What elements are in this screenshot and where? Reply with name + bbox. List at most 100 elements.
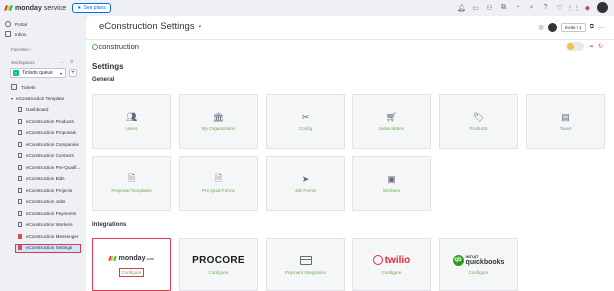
board-icon bbox=[18, 188, 22, 193]
mode-toggle[interactable] bbox=[566, 42, 584, 51]
sidebar-item-label: eConstruction Products bbox=[26, 119, 74, 124]
sidebar-item-label: eConstruction Bids bbox=[26, 176, 65, 181]
card-label: My Organization bbox=[201, 126, 236, 131]
star-icon: ★ bbox=[77, 5, 82, 11]
see-plans-button[interactable]: ★ See plans bbox=[72, 3, 111, 13]
proposal-doc-icon: 🗎︎ bbox=[127, 173, 136, 183]
sidebar-item-proposals[interactable]: eConstruction Proposals bbox=[18, 130, 76, 135]
payment-integration-label[interactable]: Payment Integration bbox=[285, 270, 326, 275]
board-title[interactable]: eConstruction Settings ▾ bbox=[99, 21, 201, 32]
sidebar-item-portal[interactable]: Portal bbox=[5, 21, 27, 27]
sidebar-item-workers[interactable]: eConstruction Workers bbox=[18, 222, 73, 227]
heart-icon[interactable]: ♡ bbox=[555, 3, 564, 12]
sidebar-item-dashboard[interactable]: Dashboard bbox=[18, 107, 48, 112]
invite-members-icon[interactable]: ⚇ bbox=[485, 3, 494, 12]
sidebar-item-payments[interactable]: eConstruction Payments bbox=[18, 211, 76, 216]
integrations-heading: Integrations bbox=[92, 222, 127, 228]
sidebar-item-projects[interactable]: eConstruction Projects bbox=[18, 188, 72, 193]
sidebar-item-messenger[interactable]: eConstruction Messenger bbox=[18, 234, 78, 239]
users-icon: 👥︎ bbox=[125, 111, 138, 122]
integration-payment[interactable]: Payment Integration bbox=[266, 238, 345, 291]
sidebar-item-contacts[interactable]: eConstruction Contacts bbox=[18, 153, 74, 158]
avatar[interactable] bbox=[547, 23, 557, 32]
sidebar-item-label: Portal bbox=[15, 21, 28, 27]
card-config[interactable]: ✂︎ Config bbox=[266, 94, 345, 149]
folder-econstruction-template[interactable]: ▾ eConstruction Template bbox=[11, 96, 64, 101]
add-button[interactable]: + bbox=[69, 69, 77, 77]
logout-icon[interactable]: ⇥ bbox=[588, 44, 594, 50]
brand-name: monday service bbox=[15, 4, 67, 12]
activity-icon[interactable]: ◎ bbox=[538, 24, 543, 31]
invite-button[interactable]: Invite / 1 bbox=[560, 23, 586, 32]
board-icon bbox=[18, 153, 22, 158]
workspace-selector[interactable]: T Tickets queue ▾ bbox=[10, 68, 66, 78]
taxes-icon: ▤ bbox=[561, 111, 570, 122]
cart-icon: 🛒︎ bbox=[385, 111, 398, 122]
sidebar-item-label: eConstruction Messenger bbox=[26, 234, 79, 239]
top-bar: monday service ★ See plans 🔔︎ ▭ ⚇ ⧉ ◔ ⌕ ?… bbox=[0, 0, 614, 16]
sidebar-item-settings[interactable]: eConstruction Settings bbox=[18, 245, 72, 250]
card-label: Workers bbox=[382, 188, 400, 193]
integration-procore[interactable]: PROCORE Configure bbox=[179, 238, 258, 291]
card-products[interactable]: 🏷︎ Products bbox=[439, 94, 518, 149]
integration-twilio[interactable]: twilio Configure bbox=[352, 238, 431, 291]
card-workers[interactable]: ▣ Workers bbox=[352, 156, 431, 211]
sidebar: Portal Inbox Favorites › Workspaces ··· … bbox=[0, 16, 85, 291]
card-my-organization[interactable]: 🏛︎ My Organization bbox=[179, 94, 258, 149]
board-title-text: eConstruction Settings bbox=[99, 21, 195, 32]
organization-icon: 🏛︎ bbox=[212, 111, 225, 122]
sidebar-item-label: eConstruction Pre-Qualif... bbox=[26, 165, 81, 170]
configure-button[interactable]: Configure bbox=[118, 268, 145, 277]
monday-logo: monday .com bbox=[108, 255, 154, 262]
sidebar-item-bids[interactable]: eConstruction Bids bbox=[18, 176, 65, 181]
more-icon[interactable]: ··· bbox=[60, 60, 64, 65]
card-prequal-forms[interactable]: 🗎︎ Pre-Qual Forms bbox=[179, 156, 258, 211]
integration-monday[interactable]: monday .com Configure bbox=[92, 238, 171, 291]
favorites-section[interactable]: Favorites › bbox=[11, 47, 31, 52]
monday-logo-icon bbox=[108, 255, 117, 261]
sidebar-item-tickets[interactable]: Tickets bbox=[11, 84, 35, 90]
sidebar-item-prequalif[interactable]: eConstruction Pre-Qualif... bbox=[18, 165, 80, 170]
twilio-logo-icon bbox=[372, 255, 383, 265]
send-icon: ➤ bbox=[301, 173, 310, 184]
sidebar-item-label: eConstruction Settings bbox=[26, 245, 73, 250]
sidebar-item-label: eConstruction Workers bbox=[26, 222, 73, 227]
bell-icon[interactable]: 🔔︎ bbox=[457, 3, 466, 12]
twilio-logo: twilio bbox=[372, 255, 410, 266]
workspace-icon: T bbox=[13, 70, 19, 76]
card-proposal-templates[interactable]: 🗎︎ Proposal Templates bbox=[92, 156, 171, 211]
help-icon[interactable]: ? bbox=[541, 3, 550, 12]
board-icon bbox=[18, 211, 22, 216]
app-icon bbox=[18, 234, 22, 239]
search-icon[interactable]: ⌕ bbox=[527, 3, 536, 12]
configure-button[interactable]: Configure bbox=[469, 270, 489, 275]
card-taxes[interactable]: ▤ Taxes bbox=[526, 94, 605, 149]
app-icon bbox=[18, 245, 22, 250]
more-icon[interactable]: ··· bbox=[598, 25, 604, 31]
sidebar-item-products[interactable]: eConstruction Products bbox=[18, 119, 74, 124]
monday-logo[interactable]: monday service bbox=[4, 4, 67, 12]
integration-quickbooks[interactable]: qb INTUIT quickbooks Configure bbox=[439, 238, 518, 291]
card-label: Job Forms bbox=[294, 188, 317, 193]
page-title: Settings bbox=[92, 62, 124, 71]
card-subscription[interactable]: 🛒︎ Subscription bbox=[352, 94, 431, 149]
card-users[interactable]: 👥︎ Users bbox=[92, 94, 171, 149]
user-avatar[interactable] bbox=[597, 2, 608, 13]
quickbooks-logo: qb INTUIT quickbooks bbox=[452, 253, 505, 266]
monday-logo-icon bbox=[4, 4, 13, 12]
help-center-icon[interactable]: ◔ bbox=[513, 3, 522, 12]
apps-icon[interactable]: ⧉ bbox=[499, 3, 508, 12]
sidebar-item-inbox[interactable]: Inbox bbox=[5, 31, 26, 37]
grid-menu-icon[interactable]: ⋮⋮ bbox=[567, 3, 581, 12]
sidebar-item-companies[interactable]: eConstruction Companies bbox=[18, 142, 79, 147]
search-icon[interactable]: ⌕ bbox=[70, 59, 73, 66]
configure-button[interactable]: Configure bbox=[382, 270, 402, 275]
link-icon[interactable]: ⧉ bbox=[590, 24, 594, 31]
sidebar-item-jobs[interactable]: eConstruction Jobs bbox=[18, 199, 65, 204]
card-job-forms[interactable]: ➤ Job Forms bbox=[266, 156, 345, 211]
refresh-icon[interactable]: ↻ bbox=[598, 44, 604, 50]
general-heading: General bbox=[92, 77, 115, 83]
sidebar-item-label: eConstruction Companies bbox=[26, 142, 79, 147]
inbox-icon[interactable]: ▭ bbox=[471, 3, 480, 12]
configure-button[interactable]: Configure bbox=[209, 270, 229, 275]
